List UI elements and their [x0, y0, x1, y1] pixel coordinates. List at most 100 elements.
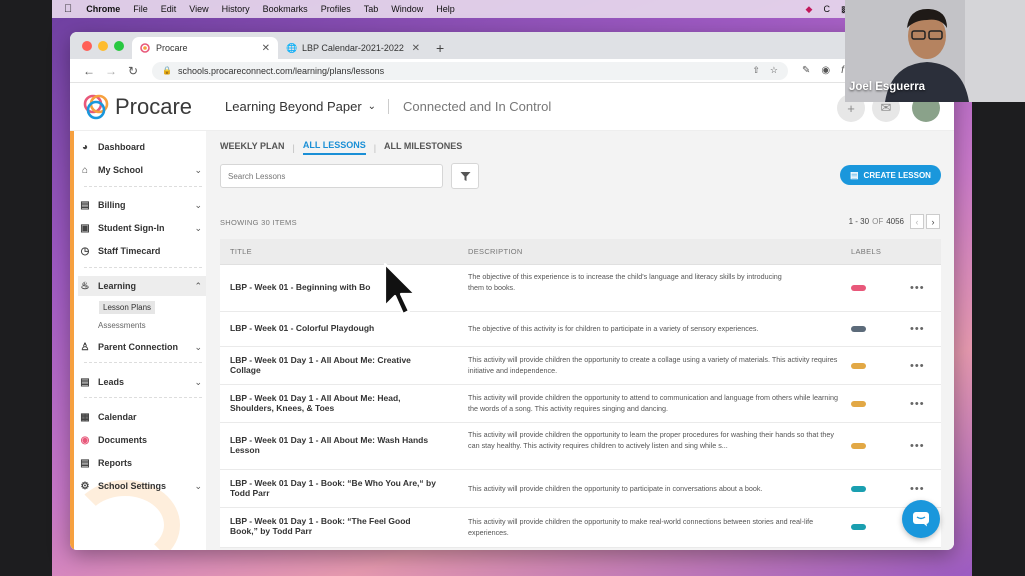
table-row[interactable]: LBP - Week 01 - Colorful Playdough The o… [220, 312, 941, 347]
create-lesson-button[interactable]: ▤ CREATE LESSON [840, 165, 941, 185]
sidebar-item-parent-connection[interactable]: ♙ Parent Connection ⌄ [78, 337, 206, 357]
menu-window[interactable]: Window [391, 4, 423, 14]
menubar-app-name[interactable]: Chrome [86, 4, 120, 14]
menu-file[interactable]: File [133, 4, 148, 14]
bookmark-star-icon[interactable]: ☆ [770, 65, 778, 76]
item-count: SHOWING 30 ITEMS [220, 218, 297, 227]
main-content: WEEKLY PLAN | ALL LESSONS | ALL MILESTON… [206, 131, 954, 550]
table-row[interactable]: LBP - Week 01 Day 1 - All About Me: Head… [220, 385, 941, 423]
lock-icon: 🔒 [162, 66, 172, 75]
close-tab-icon[interactable]: ✕ [412, 43, 420, 54]
new-tab-button[interactable]: + [428, 37, 452, 59]
sidebar-item-label: My School [98, 165, 144, 175]
table-row[interactable]: LBP - Week 01 Day 1 - All About Me: Wash… [220, 423, 941, 470]
more-options-icon[interactable]: ••• [910, 398, 925, 410]
more-options-icon[interactable]: ••• [910, 282, 925, 294]
school-selector[interactable]: Learning Beyond Paper ⌄ [225, 99, 376, 114]
menu-view[interactable]: View [189, 4, 208, 14]
next-page-button[interactable]: › [926, 214, 940, 229]
sidebar-divider [84, 267, 202, 268]
lesson-title[interactable]: LBP - Week 01 Day 1 - All About Me: Head… [230, 393, 440, 413]
menu-profiles[interactable]: Profiles [321, 4, 351, 14]
lesson-icon: ▤ [850, 169, 859, 180]
filter-icon [460, 171, 470, 181]
lesson-title[interactable]: LBP - Week 01 Day 1 - All About Me: Wash… [230, 435, 440, 455]
tab-all-milestones[interactable]: ALL MILESTONES [384, 141, 462, 154]
sidebar-item-my-school[interactable]: ⌂ My School ⌄ [78, 160, 206, 180]
menu-tab[interactable]: Tab [364, 4, 379, 14]
tab-all-lessons[interactable]: ALL LESSONS [302, 140, 366, 155]
billing-icon: ▤ [80, 199, 90, 211]
column-title[interactable]: TITLE [230, 247, 252, 256]
browser-tab-procare[interactable]: Procare ✕ [132, 37, 278, 59]
sidebar-item-label: Reports [98, 458, 133, 468]
table-header: TITLE DESCRIPTION LABELS [220, 239, 941, 265]
globe-icon: 🌐 [286, 43, 298, 53]
filter-button[interactable] [451, 163, 479, 189]
lesson-title[interactable]: LBP - Week 01 Day 1 - Book: “Be Who You … [230, 478, 440, 498]
forward-icon[interactable]: → [100, 64, 122, 78]
more-options-icon[interactable]: ••• [910, 440, 925, 452]
sidebar-item-staff-timecard[interactable]: ◷ Staff Timecard [78, 241, 206, 261]
sidebar-item-reports[interactable]: ▤ Reports [78, 453, 206, 473]
more-options-icon[interactable]: ••• [910, 323, 925, 335]
prev-page-button[interactable]: ‹ [910, 214, 924, 229]
browser-tab-calendar[interactable]: 🌐 LBP Calendar-2021-2022 ✕ [278, 37, 428, 59]
apple-icon[interactable]:  [64, 3, 72, 15]
more-options-icon[interactable]: ••• [910, 360, 925, 372]
sidebar-subitem-assessments[interactable]: Assessments [98, 321, 146, 330]
table-row[interactable]: LBP - Week 01 - Beginning with Bo The ob… [220, 265, 941, 312]
sidebar-item-school-settings[interactable]: ⚙ School Settings ⌄ [78, 476, 206, 496]
sidebar-item-student-sign-in[interactable]: ▣ Student Sign-In ⌄ [78, 218, 206, 238]
sidebar-item-documents[interactable]: ◉ Documents [78, 430, 206, 450]
more-options-icon[interactable]: ••• [910, 483, 925, 495]
sidebar-subitem-lesson-plans[interactable]: Lesson Plans [99, 301, 156, 314]
menu-history[interactable]: History [222, 4, 250, 14]
address-bar[interactable]: 🔒 schools.procareconnect.com/learning/pl… [152, 61, 788, 80]
menu-help[interactable]: Help [436, 4, 455, 14]
share-icon[interactable]: ⇧ [752, 65, 760, 76]
school-name: Learning Beyond Paper [225, 99, 362, 114]
pagination: 1 - 30 OF 4056 ‹ › [849, 214, 940, 229]
sidebar-item-leads[interactable]: ▤ Leads ⌄ [78, 372, 206, 392]
chat-button[interactable] [902, 500, 940, 538]
close-window-button[interactable] [82, 41, 92, 51]
table-row[interactable]: LBP - Week 01 Day 1 - Book: “The Feel Go… [220, 508, 941, 548]
sidebar-item-learning[interactable]: ♨ Learning ⌃ [78, 276, 206, 296]
status-c-icon[interactable]: C [823, 4, 830, 14]
extension-camera-icon[interactable]: ◉ [821, 65, 830, 76]
chevron-down-icon: ⌄ [194, 199, 202, 210]
label-tag [851, 363, 866, 369]
table-row[interactable]: LBP - Week 01 Day 1 - All About Me: Crea… [220, 347, 941, 385]
tab-weekly-plan[interactable]: WEEKLY PLAN [220, 141, 285, 154]
leads-icon: ▤ [80, 376, 90, 388]
lessons-table: TITLE DESCRIPTION LABELS LBP - Week 01 -… [220, 239, 941, 548]
browser-tab-title: Procare [156, 43, 188, 53]
extension-function-icon[interactable]: f [841, 65, 844, 76]
status-app-icon[interactable]: ◆ [806, 4, 813, 15]
table-row[interactable]: LBP - Week 01 Day 1 - Book: “Be Who You … [220, 470, 941, 508]
search-lessons-input[interactable] [220, 164, 443, 188]
back-icon[interactable]: ← [78, 64, 100, 78]
menu-bookmarks[interactable]: Bookmarks [263, 4, 308, 14]
close-tab-icon[interactable]: ✕ [262, 43, 270, 54]
sidebar-item-label: Student Sign-In [98, 223, 165, 233]
sidebar-item-billing[interactable]: ▤ Billing ⌄ [78, 195, 206, 215]
sign-in-icon: ▣ [80, 222, 90, 234]
lesson-description: This activity will provide children the … [468, 355, 838, 375]
extension-pen-icon[interactable]: ✎ [802, 65, 810, 76]
lesson-title[interactable]: LBP - Week 01 Day 1 - Book: “The Feel Go… [230, 516, 440, 536]
sidebar-item-dashboard[interactable]: ◕ Dashboard [78, 137, 206, 157]
lesson-title[interactable]: LBP - Week 01 Day 1 - All About Me: Crea… [230, 355, 440, 375]
sidebar-item-calendar[interactable]: ▦ Calendar [78, 407, 206, 427]
menu-edit[interactable]: Edit [161, 4, 177, 14]
procare-logo[interactable]: Procare [82, 93, 192, 121]
zoom-window-button[interactable] [114, 41, 124, 51]
app-header: Procare Learning Beyond Paper ⌄ Connecte… [70, 83, 954, 131]
browser-window: Procare ✕ 🌐 LBP Calendar-2021-2022 ✕ + ←… [70, 32, 954, 550]
minimize-window-button[interactable] [98, 41, 108, 51]
procare-favicon-icon [140, 43, 150, 53]
reload-icon[interactable]: ↻ [122, 64, 144, 78]
timecard-icon: ◷ [80, 245, 90, 257]
label-tag [851, 326, 866, 332]
